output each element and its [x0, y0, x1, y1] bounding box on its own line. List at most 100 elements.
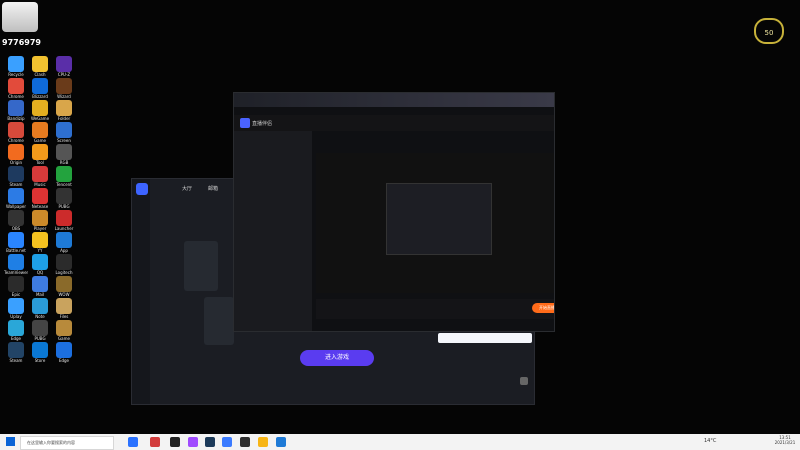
desktop-icon-image [56, 298, 72, 314]
taskbar-icon[interactable] [150, 437, 160, 447]
desktop-icon-label: Wallpaper [5, 204, 26, 209]
desktop-icon[interactable]: Netease [28, 188, 52, 209]
desktop-icon[interactable]: Logitech [52, 254, 76, 275]
desktop-icon[interactable]: Steam [4, 342, 28, 363]
desktop-icon-image [56, 56, 72, 72]
desktop-icon[interactable]: Edge [4, 320, 28, 341]
desktop-icon-image [56, 232, 72, 248]
desktop-icon-label: Folder [57, 116, 71, 121]
desktop-icon-image [56, 78, 72, 94]
desktop-icon[interactable]: Store [28, 342, 52, 363]
character-card-2[interactable] [204, 297, 234, 345]
desktop-icon-image [32, 254, 48, 270]
desktop-icon[interactable]: App [52, 232, 76, 253]
desktop-icon[interactable]: Epic [4, 276, 28, 297]
mini-search-bar[interactable] [438, 333, 532, 343]
desktop-icon[interactable]: Folder [52, 100, 76, 121]
taskbar-icon[interactable] [276, 437, 286, 447]
settings-icon[interactable] [520, 377, 528, 385]
desktop-icon[interactable]: Note [28, 298, 52, 319]
desktop-icon[interactable]: Launcher [52, 210, 76, 231]
taskbar-icon[interactable] [258, 437, 268, 447]
desktop-icon-image [32, 144, 48, 160]
desktop-icon-label: App [60, 248, 68, 253]
desktop-icon[interactable]: Origin [4, 144, 28, 165]
tab-mail[interactable]: 邮箱 [208, 185, 218, 192]
desktop-icon-label: YY [37, 248, 43, 253]
desktop-icon[interactable]: Steam [4, 166, 28, 187]
desktop-icon[interactable]: Player [28, 210, 52, 231]
desktop-icon-image [32, 78, 48, 94]
desktop-icon[interactable]: QQ [28, 254, 52, 275]
taskbar-icon[interactable] [205, 437, 215, 447]
desktop-icon[interactable]: Wallpaper [4, 188, 28, 209]
desktop-icon-label: Player [33, 226, 47, 231]
desktop-icon[interactable]: Recycle [4, 56, 28, 77]
weather: 14°C [704, 438, 717, 444]
taskbar-icon[interactable] [188, 437, 198, 447]
start-broadcast-button[interactable]: 开始直播 [532, 303, 554, 313]
desktop-icon[interactable]: Uplay [4, 298, 28, 319]
desktop-icon[interactable]: Screen [52, 122, 76, 143]
desktop-icon[interactable]: Blizzard [28, 78, 52, 99]
desktop-icon[interactable]: Music [28, 166, 52, 187]
taskbar-icon[interactable] [170, 437, 180, 447]
fps-value: 50 [764, 29, 774, 37]
tab-lobby[interactable]: 大厅 [182, 185, 192, 192]
desktop-icon-image [56, 276, 72, 292]
desktop-icon-label: Screen [57, 138, 71, 143]
desktop-icon[interactable]: Game [28, 122, 52, 143]
taskbar-search[interactable]: 在这里输入你要搜索的内容 [20, 436, 114, 450]
desktop-icon-image [8, 276, 24, 292]
launcher-sidebar [132, 179, 150, 404]
desktop-icon-image [56, 166, 72, 182]
taskbar-icon[interactable] [240, 437, 250, 447]
desktop-icon-label: PUBG [58, 204, 70, 209]
desktop-icon-image [8, 254, 24, 270]
desktop-icon-image [32, 100, 48, 116]
clock[interactable]: 13:51 2021/3/21 [774, 435, 796, 445]
desktop-icon-label: Tool [36, 160, 44, 165]
desktop-icon-image [56, 254, 72, 270]
desktop-icon[interactable]: Battle.net [4, 232, 28, 253]
desktop-icon-label: Note [35, 314, 45, 319]
desktop-icon[interactable]: Mail [28, 276, 52, 297]
desktop-icon[interactable]: Tool [28, 144, 52, 165]
desktop-icon-label: Game [58, 336, 70, 341]
desktop-icon-label: Tencent [56, 182, 72, 187]
desktop-icon[interactable]: PUBG [28, 320, 52, 341]
desktop-icon[interactable]: WeGame [28, 100, 52, 121]
desktop-icon[interactable]: Edge [52, 342, 76, 363]
broadcast-header [234, 93, 554, 107]
desktop-icon[interactable]: Clash [28, 56, 52, 77]
desktop-icon[interactable]: Bandizip [4, 100, 28, 121]
sources-panel [234, 131, 312, 331]
desktop-icon[interactable]: YY [28, 232, 52, 253]
desktop-icon[interactable]: Tencent [52, 166, 76, 187]
desktop-icon[interactable]: RGB [52, 144, 76, 165]
desktop-icon[interactable]: Chrome [4, 122, 28, 143]
desktop-icon-image [56, 188, 72, 204]
preview-area [316, 153, 554, 293]
desktop-icon-image [8, 56, 24, 72]
desktop-icon[interactable]: Game [52, 320, 76, 341]
desktop-icon[interactable]: WOW [52, 276, 76, 297]
desktop-icon[interactable]: PUBG [52, 188, 76, 209]
desktop-icon-image [32, 122, 48, 138]
desktop-icon-image [8, 144, 24, 160]
desktop-icon[interactable]: Wizard [52, 78, 76, 99]
desktop-icon[interactable]: Files [52, 298, 76, 319]
desktop-icon-label: CPU-Z [57, 72, 71, 77]
taskbar-icon[interactable] [222, 437, 232, 447]
desktop-icon-label: Wizard [57, 94, 71, 99]
desktop-icon[interactable]: OBS [4, 210, 28, 231]
desktop-icon[interactable]: Chrome [4, 78, 28, 99]
desktop-icon-label: WOW [58, 292, 70, 297]
start-button[interactable] [6, 437, 15, 446]
enter-game-button[interactable]: 进入游戏 [300, 350, 374, 366]
character-card-1[interactable] [184, 241, 218, 291]
taskbar-icon[interactable] [128, 437, 138, 447]
desktop-icon[interactable]: TeamViewer [4, 254, 28, 275]
desktop-icon-image [32, 320, 48, 336]
desktop-icon[interactable]: CPU-Z [52, 56, 76, 77]
